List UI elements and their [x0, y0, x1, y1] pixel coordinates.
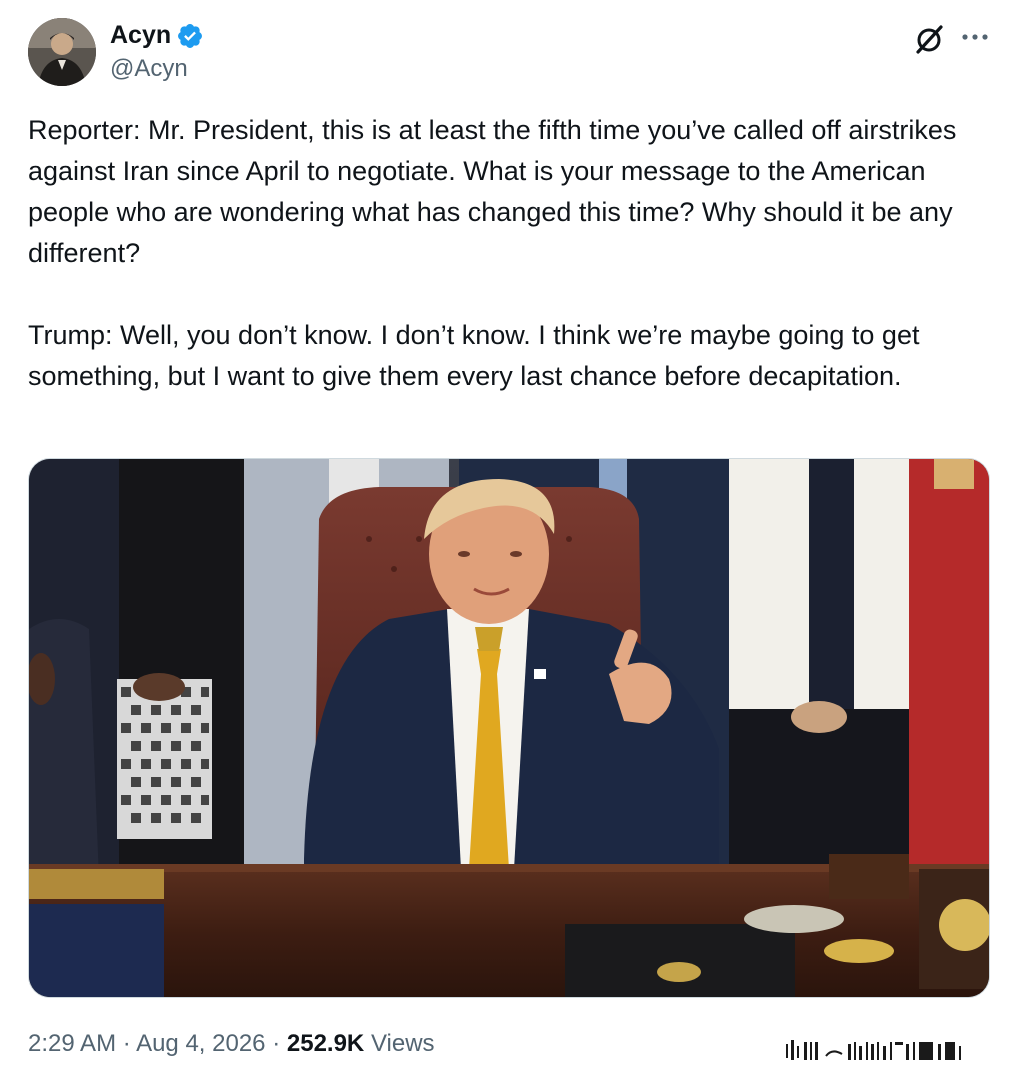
verified-badge-icon: [178, 24, 202, 48]
avatar-image: [28, 18, 96, 86]
tweet-paragraph-trump: Trump: Well, you don’t know. I don’t kno…: [28, 320, 920, 391]
meta-separator: ·: [272, 1030, 281, 1057]
tweet-paragraph-reporter: Reporter: Mr. President, this is at leas…: [28, 115, 957, 268]
grok-icon[interactable]: [912, 22, 946, 56]
tweet-card: Acyn @Acyn Reporter: Mr. President, this…: [0, 0, 1024, 1086]
handle[interactable]: @Acyn: [110, 55, 188, 83]
display-name[interactable]: Acyn: [110, 20, 171, 50]
tweet-meta: 2:29 AM · Aug 4, 2026 · 252.9K Views: [28, 1028, 435, 1060]
avatar[interactable]: [28, 18, 96, 86]
meta-separator: ·: [122, 1030, 131, 1057]
tweet-text: Reporter: Mr. President, this is at leas…: [28, 110, 988, 397]
tweet-date[interactable]: Aug 4, 2026: [136, 1030, 265, 1057]
views-label: Views: [370, 1030, 435, 1057]
views-count: 252.9K: [286, 1030, 365, 1057]
watermark-logo: [786, 1040, 961, 1060]
video-thumbnail: [29, 459, 989, 997]
tweet-time[interactable]: 2:29 AM: [28, 1030, 116, 1057]
more-icon[interactable]: [958, 22, 992, 52]
tweet-media-video[interactable]: [28, 458, 990, 998]
